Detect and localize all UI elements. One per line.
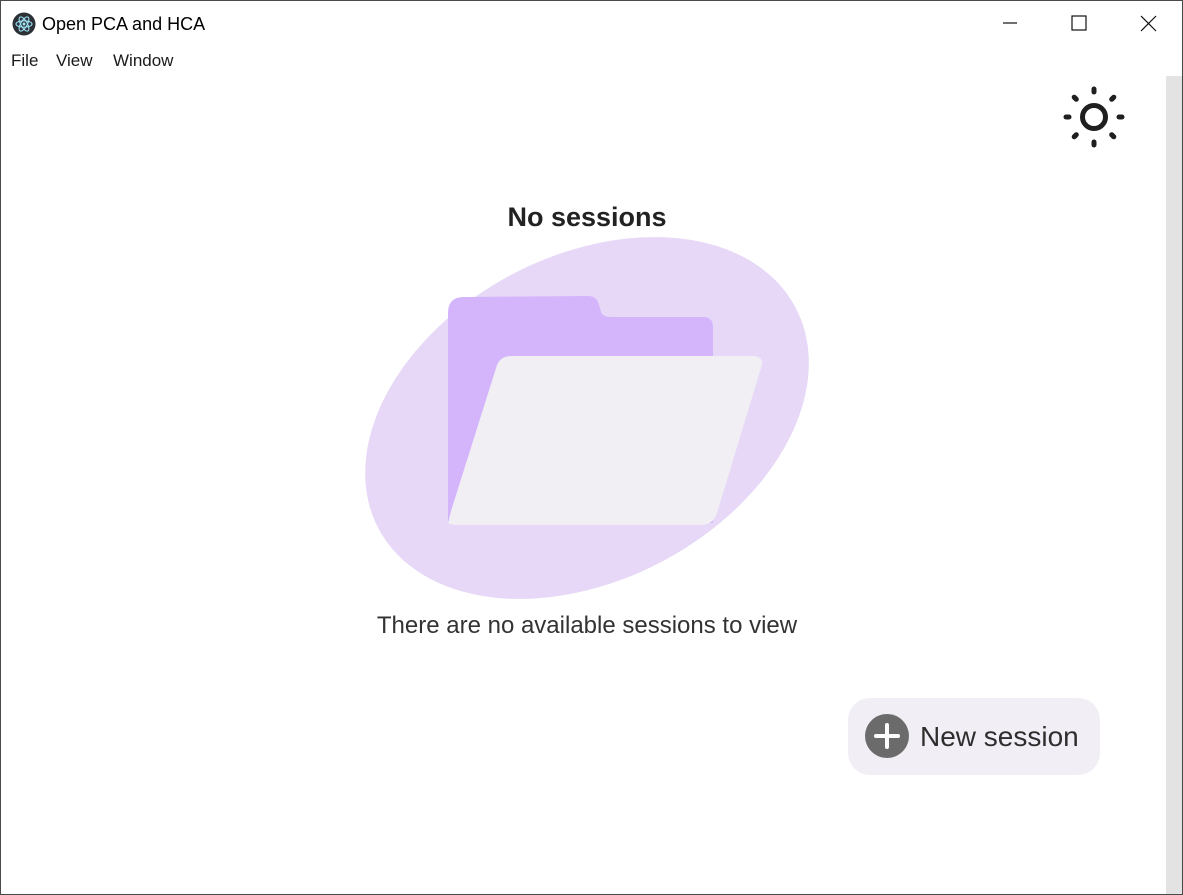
- new-session-button[interactable]: New session: [848, 698, 1100, 775]
- plus-circle-icon: [865, 714, 909, 758]
- theme-toggle-button[interactable]: [1062, 85, 1126, 149]
- app-logo-icon: [12, 12, 36, 36]
- app-window: Open PCA and HCA File View Window No ses…: [0, 0, 1183, 895]
- menu-bar: File View Window: [1, 47, 1182, 75]
- menu-file[interactable]: File: [11, 51, 38, 71]
- window-title: Open PCA and HCA: [42, 14, 206, 34]
- empty-state-title: No sessions: [507, 202, 667, 232]
- menu-view[interactable]: View: [56, 51, 93, 71]
- empty-folder-illustration: [365, 237, 809, 599]
- maximize-icon: [1070, 15, 1087, 31]
- sun-icon: [1063, 86, 1125, 148]
- maximize-button[interactable]: [1044, 1, 1113, 45]
- empty-state-message: There are no available sessions to view: [376, 612, 798, 639]
- minimize-icon: [1002, 22, 1017, 24]
- minimize-button[interactable]: [975, 1, 1044, 45]
- vertical-scrollbar[interactable]: [1166, 76, 1182, 894]
- close-button[interactable]: [1114, 1, 1182, 45]
- close-icon: [1140, 15, 1157, 31]
- title-bar[interactable]: Open PCA and HCA: [1, 1, 1182, 45]
- menu-window[interactable]: Window: [113, 51, 173, 71]
- new-session-label: New session: [920, 721, 1079, 752]
